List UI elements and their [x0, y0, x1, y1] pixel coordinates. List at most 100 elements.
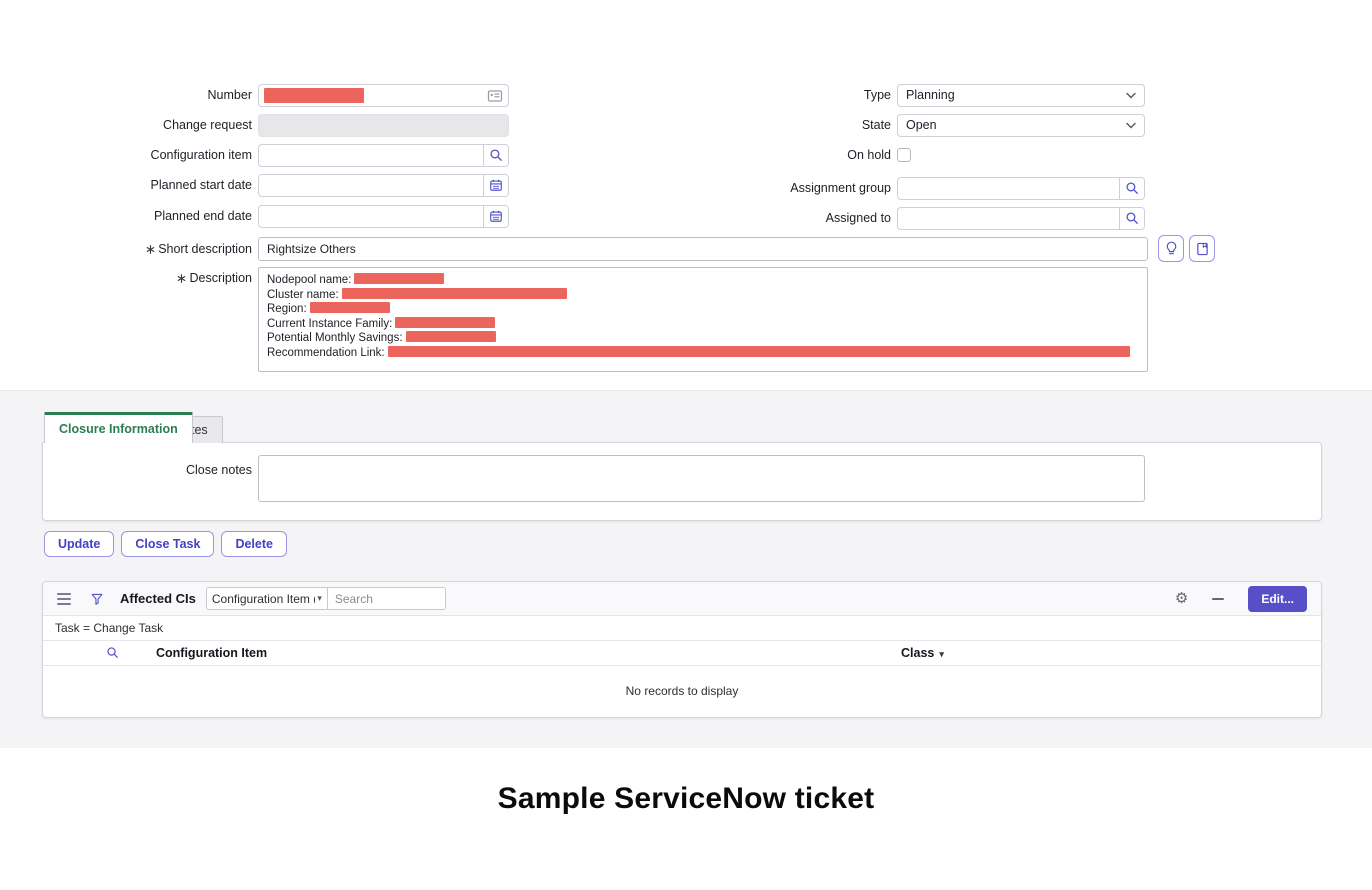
configuration-item-field [258, 144, 509, 167]
number-field[interactable] [258, 84, 509, 107]
search-icon [1125, 211, 1139, 225]
short-description-label: Short description [158, 242, 252, 256]
assignment-group-label: Assignment group [679, 181, 897, 195]
assigned-to-lookup-button[interactable] [1119, 208, 1144, 229]
short-description-row: Short description [40, 235, 1215, 262]
planned-start-date-label: Planned start date [40, 178, 258, 192]
type-select[interactable]: Planning [897, 84, 1145, 107]
description-label: Description [189, 271, 252, 285]
sort-caret-icon: ▾ [939, 649, 944, 659]
search-column-value: Configuration Item ( [212, 592, 315, 606]
update-button[interactable]: Update [44, 531, 114, 557]
tab-closure-information-label: Closure Information [59, 422, 178, 436]
number-redaction [264, 88, 364, 103]
description-line: Current Instance Family: [267, 317, 1139, 332]
list-menu-icon[interactable] [57, 593, 71, 605]
edit-button[interactable]: Edit... [1248, 586, 1307, 612]
description-textarea[interactable]: Nodepool name: Cluster name: Region: Cur… [258, 267, 1148, 372]
redaction-bar [310, 302, 390, 313]
column-search-icon[interactable] [106, 646, 119, 659]
close-notes-label: Close notes [40, 455, 258, 502]
preview-record-icon[interactable] [487, 88, 503, 104]
state-value: Open [906, 118, 1126, 132]
column-header-class[interactable]: Class ▾ [901, 646, 944, 660]
chevron-down-icon: ▾ [317, 593, 322, 604]
affected-cis-panel: Affected CIs Configuration Item ( ▾ ⚙ Ed… [42, 581, 1322, 718]
close-notes-textarea[interactable] [258, 455, 1145, 502]
mandatory-icon [177, 274, 186, 283]
type-value: Planning [906, 88, 1126, 102]
search-column-select[interactable]: Configuration Item ( ▾ [206, 587, 328, 610]
redaction-bar [342, 288, 567, 299]
description-line: Cluster name: [267, 288, 1139, 303]
planned-start-date-input[interactable] [259, 175, 483, 196]
configuration-item-input[interactable] [259, 145, 483, 166]
tab-closure-information[interactable]: Closure Information [44, 412, 193, 443]
lightbulb-icon [1165, 241, 1178, 256]
close-task-button[interactable]: Close Task [121, 531, 214, 557]
on-hold-checkbox[interactable] [897, 148, 911, 162]
search-icon [1125, 181, 1139, 195]
description-row: Description Nodepool name: Cluster name:… [40, 267, 1148, 372]
description-label-wrap: Description [40, 267, 258, 372]
column-header-class-label: Class [901, 646, 934, 660]
planned-end-date-label: Planned end date [40, 209, 258, 223]
planned-start-date-calendar-button[interactable] [483, 175, 508, 196]
planned-end-date-calendar-button[interactable] [483, 206, 508, 227]
planned-end-date-input[interactable] [259, 206, 483, 227]
assigned-to-label: Assigned to [679, 211, 897, 225]
description-line: Potential Monthly Savings: [267, 331, 1139, 346]
redaction-bar [406, 331, 496, 342]
chevron-down-icon [1126, 92, 1136, 99]
short-description-label-wrap: Short description [40, 242, 258, 256]
assigned-to-input[interactable] [898, 208, 1119, 229]
redaction-bar [395, 317, 495, 328]
state-row: State Open [679, 113, 1145, 137]
delete-button[interactable]: Delete [221, 531, 287, 557]
redaction-bar [388, 346, 1130, 357]
state-label: State [679, 118, 897, 132]
minimize-icon[interactable] [1212, 598, 1224, 600]
affected-cis-search-input[interactable] [328, 587, 446, 610]
description-line-label: Potential Monthly Savings: [267, 332, 403, 344]
search-icon [489, 148, 503, 162]
change-request-row: Change request [40, 113, 509, 137]
knowledge-search-button[interactable] [1189, 235, 1215, 262]
assigned-to-field [897, 207, 1145, 230]
page-caption: Sample ServiceNow ticket [0, 782, 1372, 816]
state-select[interactable]: Open [897, 114, 1145, 137]
close-notes-row: Close notes [40, 455, 1145, 502]
column-header-configuration-item[interactable]: Configuration Item [156, 646, 267, 660]
affected-cis-header: Affected CIs Configuration Item ( ▾ ⚙ Ed… [43, 582, 1321, 616]
short-description-input[interactable] [258, 237, 1148, 261]
list-filter-breadcrumb[interactable]: Task = Change Task [43, 616, 1321, 641]
type-row: Type Planning [679, 83, 1145, 107]
knowledge-book-icon [1196, 242, 1209, 256]
planned-start-date-field [258, 174, 509, 197]
change-request-field [258, 114, 509, 137]
description-line: Nodepool name: [267, 273, 1139, 288]
redaction-bar [354, 273, 444, 284]
description-line-label: Cluster name: [267, 289, 339, 301]
gear-icon[interactable]: ⚙ [1175, 591, 1188, 606]
number-label: Number [40, 88, 258, 102]
description-line: Recommendation Link: [267, 346, 1139, 361]
filter-icon[interactable] [90, 592, 104, 606]
short-description-actions [1158, 235, 1215, 262]
description-line-label: Region: [267, 303, 307, 315]
assignment-group-input[interactable] [898, 178, 1119, 199]
servicenow-ticket-page: Number Change request Configuration item… [0, 0, 1372, 890]
on-hold-row: On hold [679, 145, 911, 165]
description-line: Region: [267, 302, 1139, 317]
configuration-item-lookup-button[interactable] [483, 145, 508, 166]
number-row: Number [40, 83, 509, 107]
suggestion-button[interactable] [1158, 235, 1184, 262]
list-filter-text: Task = Change Task [55, 621, 163, 635]
description-line-label: Current Instance Family: [267, 318, 392, 330]
list-column-header-row: Configuration Item Class ▾ [43, 641, 1321, 666]
affected-cis-title: Affected CIs [120, 591, 196, 606]
calendar-icon [489, 209, 503, 223]
assignment-group-lookup-button[interactable] [1119, 178, 1144, 199]
on-hold-label: On hold [679, 148, 897, 162]
planned-end-date-field [258, 205, 509, 228]
